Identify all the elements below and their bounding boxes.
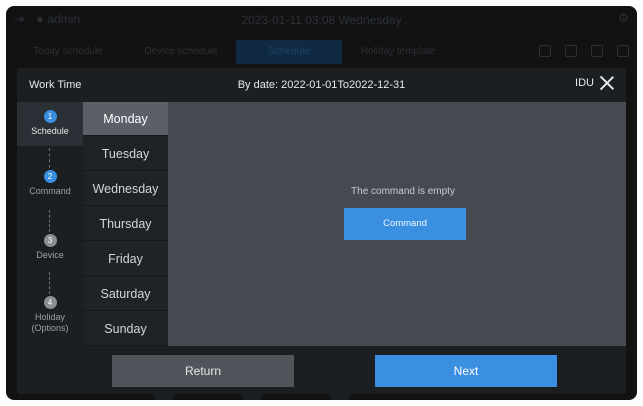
idu-label: IDU [575, 77, 594, 89]
tab-device-schedule[interactable]: Device schedule [128, 40, 234, 64]
tab-today-schedule[interactable]: Today schedule [20, 40, 116, 64]
step-label: Device [36, 250, 64, 260]
step-device[interactable]: 3 Device [17, 234, 83, 270]
dialog-header: Work Time By date: 2022-01-01To2022-12-3… [17, 68, 626, 102]
day-thursday[interactable]: Thursday [83, 207, 168, 241]
step-command[interactable]: 2 Command [17, 170, 83, 206]
day-list: Monday Tuesday Wednesday Thursday Friday… [83, 102, 168, 346]
step-label: Schedule [31, 126, 69, 136]
tab-holiday-template[interactable]: Holiday template [346, 40, 450, 64]
day-friday[interactable]: Friday [83, 242, 168, 276]
empty-message: The command is empty [351, 186, 455, 197]
return-button[interactable]: Return [112, 355, 294, 387]
day-tuesday[interactable]: Tuesday [83, 137, 168, 171]
step-number: 4 [43, 296, 57, 309]
step-connector [49, 272, 50, 294]
next-button[interactable]: Next [375, 355, 557, 387]
tab-schedule[interactable]: Schedule [236, 40, 342, 64]
step-navigator: 1 Schedule 2 Command 3 Device 4 Holiday … [17, 102, 83, 346]
close-icon[interactable] [600, 76, 614, 90]
step-holiday[interactable]: 4 Holiday (Options) [17, 296, 83, 344]
command-panel: The command is empty Command [168, 102, 626, 346]
command-button[interactable]: Command [344, 208, 466, 240]
day-wednesday[interactable]: Wednesday [83, 172, 168, 206]
work-time-dialog: Work Time By date: 2022-01-01To2022-12-3… [17, 68, 626, 394]
top-bar: ⇥ ● admin 2023-01-11 03:08 Wednesday ⚙ [6, 6, 637, 34]
step-connector [49, 210, 50, 232]
step-number: 1 [43, 110, 57, 123]
gear-icon[interactable]: ⚙ [618, 11, 629, 25]
step-label: Command [29, 186, 71, 196]
device-frame: ⇥ ● admin 2023-01-11 03:08 Wednesday ⚙ T… [0, 0, 643, 406]
step-label: Holiday (Options) [31, 312, 69, 333]
copy-icon[interactable] [565, 45, 577, 57]
step-connector [49, 148, 50, 168]
delete-icon[interactable] [617, 45, 629, 57]
day-saturday[interactable]: Saturday [83, 277, 168, 311]
day-monday[interactable]: Monday [83, 102, 168, 136]
dialog-footer: Return Next [17, 346, 626, 394]
step-number: 2 [43, 170, 57, 183]
background-tabs: Today schedule Device schedule Schedule … [6, 40, 637, 64]
step-schedule[interactable]: 1 Schedule [17, 102, 83, 146]
idu-area: IDU [575, 76, 614, 90]
add-icon[interactable] [539, 45, 551, 57]
screen: ⇥ ● admin 2023-01-11 03:08 Wednesday ⚙ T… [6, 6, 637, 400]
background-toolbar [539, 45, 629, 57]
date-range: By date: 2022-01-01To2022-12-31 [237, 79, 406, 91]
edit-icon[interactable] [591, 45, 603, 57]
datetime: 2023-01-11 03:08 Wednesday [241, 13, 402, 27]
day-sunday[interactable]: Sunday [83, 312, 168, 346]
step-number: 3 [43, 234, 57, 247]
